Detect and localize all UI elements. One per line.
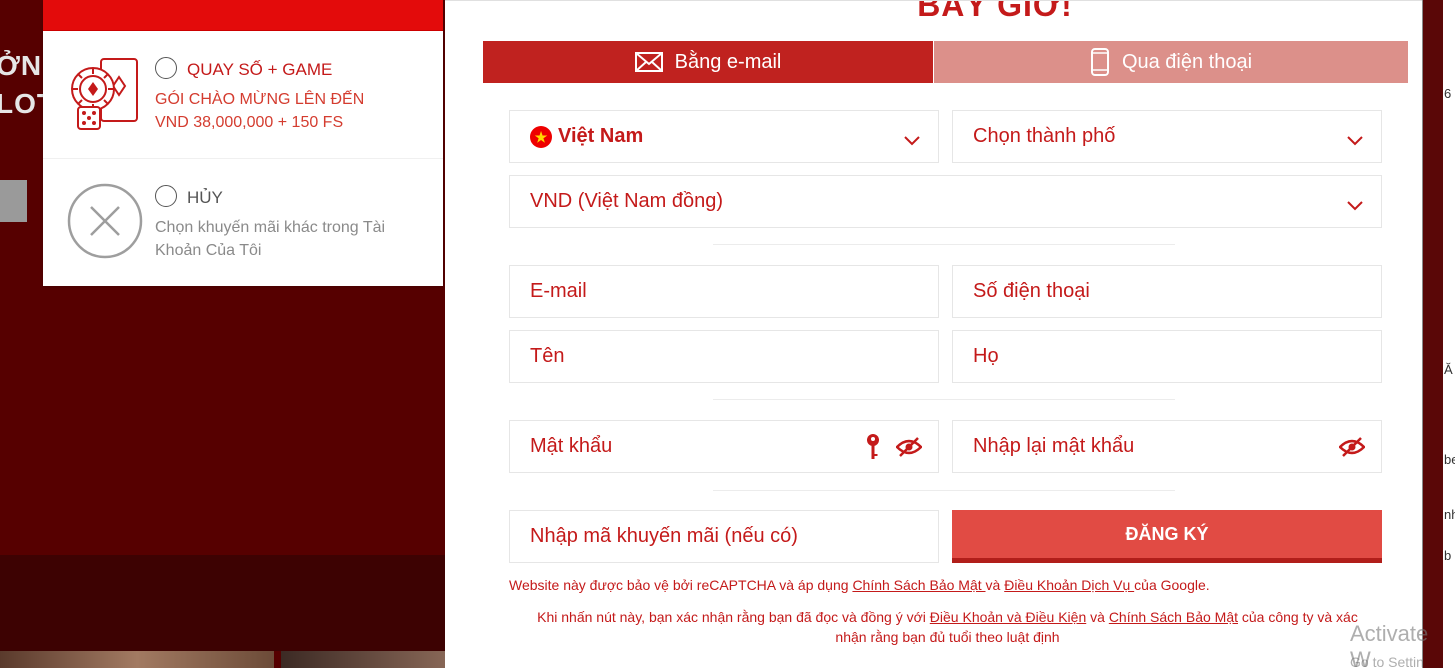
terms-of-service-link[interactable]: Điều Khoản Dịch Vụ [1004, 577, 1134, 593]
promo-code-field[interactable]: Nhập mã khuyến mãi (nếu có) [509, 510, 939, 563]
country-select[interactable]: ★ Việt Nam [509, 110, 939, 163]
last-name-field[interactable]: Họ [952, 330, 1382, 383]
promo-radio-cancel[interactable] [155, 185, 177, 207]
privacy-policy-link[interactable]: Chính Sách Bảo Mật [852, 577, 985, 593]
tab-email-label: Bằng e-mail [674, 50, 782, 73]
eye-slash-icon[interactable] [1339, 437, 1365, 457]
key-icon[interactable] [866, 433, 880, 461]
promo-option-description: GÓI CHÀO MỪNG LÊN ĐẾN [155, 91, 365, 108]
promo-code-placeholder: Nhập mã khuyến mãi (nếu có) [530, 525, 798, 547]
city-placeholder: Chọn thành phố [973, 125, 1116, 147]
consent-text: Khi nhấn nút này, bạn xác nhận rằng bạn … [537, 609, 930, 625]
promo-option-description: Khoản Của Tôi [155, 242, 262, 259]
promo-header-bar [43, 0, 443, 31]
country-value: Việt Nam [558, 125, 644, 147]
background-text-fragment: ỞN [0, 50, 43, 81]
privacy-policy-link[interactable]: Chính Sách Bảo Mật [1109, 609, 1238, 625]
currency-select[interactable]: VND (Việt Nam đồng) [509, 175, 1382, 228]
password-confirm-field[interactable]: Nhập lại mật khẩu [952, 420, 1382, 473]
promo-panel: QUAY SỐ + GAME GÓI CHÀO MỪNG LÊN ĐẾN VND… [43, 0, 443, 286]
consent-notice: Khi nhấn nút này, bạn xác nhận rằng bạn … [505, 607, 1390, 647]
chevron-down-icon [904, 129, 920, 152]
recaptcha-text: của Google. [1134, 577, 1210, 593]
consent-text: và [1086, 609, 1109, 625]
city-select[interactable]: Chọn thành phố [952, 110, 1382, 163]
currency-value: VND (Việt Nam đồng) [530, 190, 724, 212]
email-placeholder: E-mail [530, 280, 587, 302]
promo-option-lottery-game[interactable]: QUAY SỐ + GAME GÓI CHÀO MỪNG LÊN ĐẾN VND… [43, 31, 443, 159]
password-placeholder: Mật khẩu [530, 435, 613, 457]
chevron-down-icon [1347, 129, 1363, 152]
email-field[interactable]: E-mail [509, 265, 939, 318]
background-text-fragment: Ă [1444, 362, 1453, 377]
chevron-down-icon [1347, 194, 1363, 217]
promo-option-title: QUAY SỐ + GAME [187, 60, 333, 79]
tab-phone-label: Qua điện thoại [1121, 50, 1253, 73]
tab-email[interactable]: Bằng e-mail [483, 41, 933, 83]
promo-radio-lottery-game[interactable] [155, 57, 177, 79]
casino-chips-dice-icon [69, 55, 141, 138]
recaptcha-text: và [985, 577, 1005, 593]
activation-watermark-sub: Go to Settin [1350, 654, 1424, 668]
background-text-fragment: b [1444, 548, 1452, 563]
background-button[interactable] [0, 180, 27, 222]
section-divider [713, 399, 1175, 400]
cancel-circle-icon [67, 183, 143, 264]
last-name-placeholder: Họ [973, 345, 999, 367]
background-text-fragment: 6 [1444, 86, 1452, 101]
tab-phone[interactable]: Qua điện thoại [934, 41, 1408, 83]
password-field[interactable]: Mật khẩu [509, 420, 939, 473]
background-strip [0, 555, 445, 651]
section-divider [713, 490, 1175, 491]
registration-modal: BÂY GIỜ! Bằng e-mail Qua điện thoại ★ Vi… [445, 0, 1422, 668]
register-button-label: ĐĂNG KÝ [1125, 523, 1209, 544]
envelope-icon [634, 52, 663, 72]
promo-option-title: HỦY [187, 188, 223, 207]
promo-option-description: VND 38,000,000 + 150 FS [155, 114, 344, 131]
register-button[interactable]: ĐĂNG KÝ [952, 510, 1382, 563]
section-divider [713, 244, 1175, 245]
recaptcha-text: Website này được bảo vệ bởi reCAPTCHA và… [509, 577, 853, 593]
eye-slash-icon[interactable] [896, 437, 922, 457]
phone-field[interactable]: Số điện thoại [952, 265, 1382, 318]
recaptcha-notice: Website này được bảo vệ bởi reCAPTCHA và… [509, 575, 1210, 595]
promo-option-description: Chọn khuyến mãi khác trong Tài [155, 219, 386, 236]
terms-conditions-link[interactable]: Điều Khoản và Điều Kiện [930, 609, 1086, 625]
first-name-field[interactable]: Tên [509, 330, 939, 383]
vietnam-flag-icon: ★ [530, 125, 552, 148]
promo-option-cancel[interactable]: HỦY Chọn khuyến mãi khác trong Tài Khoản… [43, 159, 443, 286]
consent-text: nhận rằng bạn đủ tuổi theo luật định [835, 629, 1060, 645]
background-text-fragment: be [1444, 452, 1455, 467]
modal-title: BÂY GIỜ! [917, 0, 1073, 23]
first-name-placeholder: Tên [530, 345, 565, 367]
background-thumbnail[interactable] [0, 651, 274, 668]
background-thumbnail[interactable] [281, 651, 445, 668]
background-text-fragment: nh [1444, 507, 1455, 522]
phone-placeholder: Số điện thoại [973, 280, 1090, 302]
password-confirm-placeholder: Nhập lại mật khẩu [973, 435, 1135, 457]
consent-text: của công ty và xác [1238, 609, 1358, 625]
mobile-phone-icon [1090, 48, 1110, 76]
